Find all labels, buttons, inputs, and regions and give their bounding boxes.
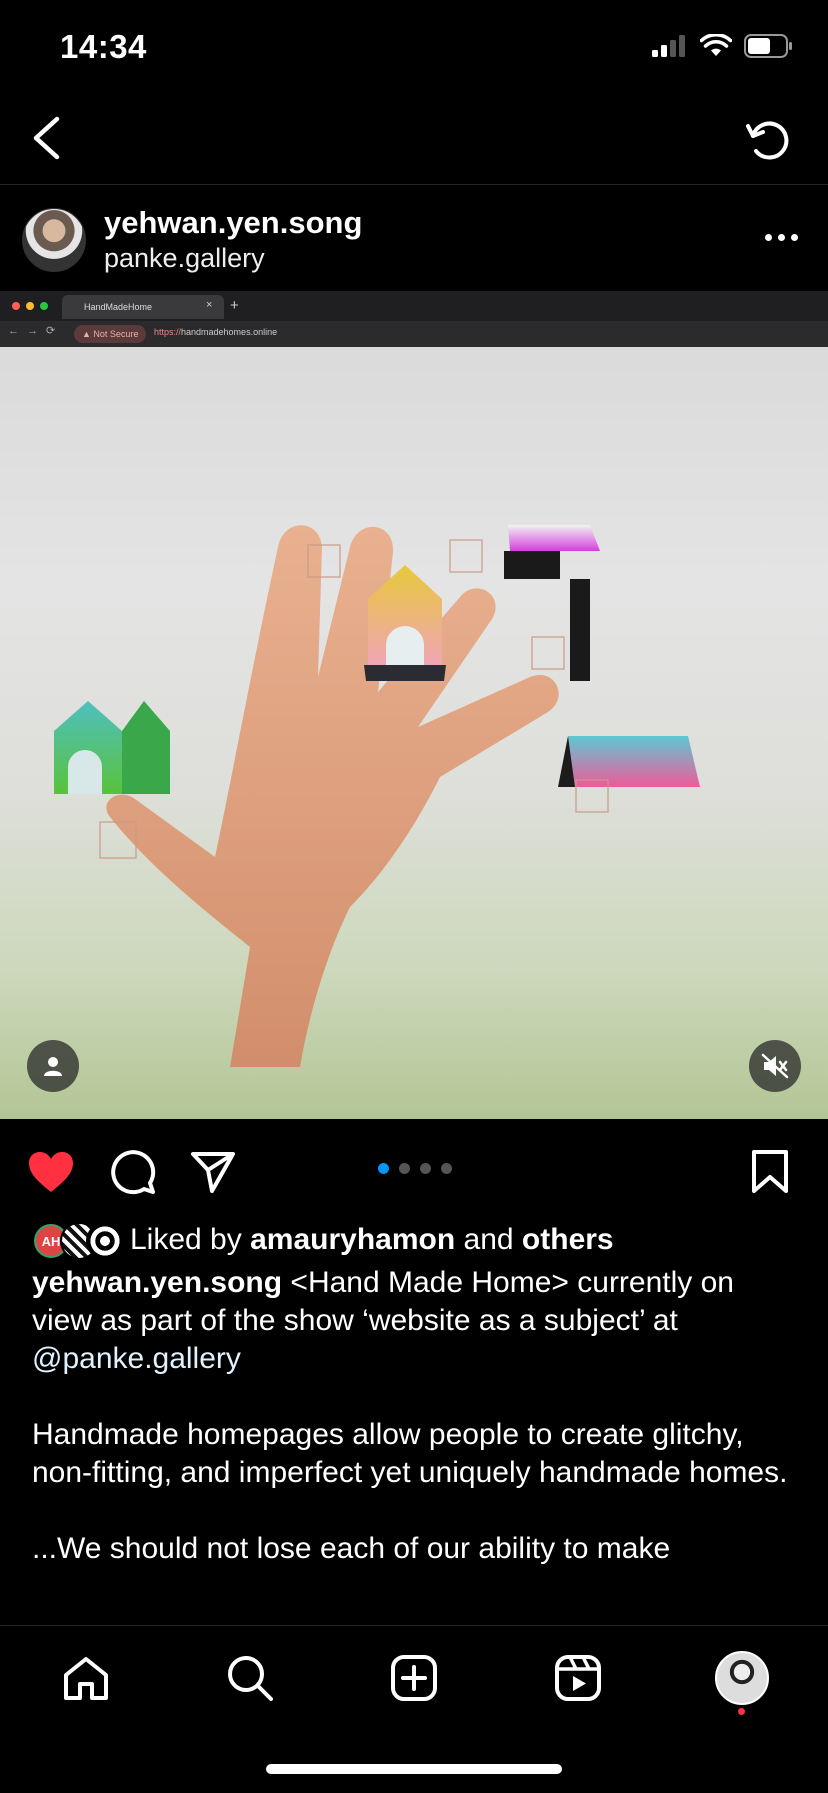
heart-icon	[29, 1152, 73, 1192]
profile-avatar	[715, 1651, 769, 1705]
caption-paragraph-2: Handmade homepages allow people to creat…	[32, 1418, 788, 1489]
tab-close-icon: ×	[206, 299, 213, 311]
hand-ar-houses-illustration	[54, 525, 700, 1067]
carousel-dot-1	[378, 1163, 389, 1174]
refresh-button[interactable]	[738, 110, 798, 170]
tab-add-icon: +	[230, 297, 239, 314]
browser-url: https://handmadehomes.online	[154, 327, 278, 337]
embedded-browser-bar: HandMadeHome × + ←→⟳ ▲ Not Secure https:…	[0, 291, 828, 347]
carousel-indicator	[378, 1163, 452, 1174]
likes-text: Liked by amauryhamon and others	[130, 1223, 614, 1256]
bookmark-icon	[752, 1150, 788, 1193]
save-button[interactable]	[743, 1145, 797, 1199]
post-actions	[0, 1119, 828, 1219]
person-icon	[44, 1057, 62, 1076]
status-time: 14:34	[60, 28, 147, 65]
more-options-button[interactable]	[756, 222, 806, 252]
home-indicator[interactable]	[266, 1764, 562, 1774]
window-maximize-dot	[40, 302, 48, 310]
browser-nav-icons: ←→⟳	[8, 325, 64, 337]
nav-create[interactable]	[384, 1648, 444, 1708]
carousel-dot-2	[399, 1163, 410, 1174]
post-author-avatar[interactable]	[22, 208, 86, 272]
tagged-people-button[interactable]	[27, 1040, 79, 1092]
plus-square-icon	[391, 1655, 437, 1701]
wifi-icon	[700, 34, 732, 56]
browser-tab: HandMadeHome	[62, 295, 224, 319]
cellular-signal-icon	[652, 35, 685, 57]
search-icon	[228, 1656, 273, 1701]
nav-profile[interactable]	[712, 1648, 772, 1708]
chevron-left-icon	[33, 116, 60, 160]
post-username[interactable]: yehwan.yen.song	[104, 205, 362, 241]
home-icon	[64, 1657, 108, 1700]
like-button[interactable]	[24, 1145, 78, 1199]
caption-mention[interactable]: @panke.gallery	[32, 1342, 241, 1375]
window-minimize-dot	[26, 302, 34, 310]
profile-notification-dot	[738, 1708, 745, 1715]
likes-others[interactable]: others	[522, 1223, 614, 1256]
reels-icon	[555, 1655, 601, 1701]
caption-username[interactable]: yehwan.yen.song	[32, 1266, 282, 1299]
warning-icon: ▲	[82, 329, 94, 339]
status-icons	[652, 34, 794, 58]
carousel-dot-3	[420, 1163, 431, 1174]
likes-summary[interactable]: AH Liked by amauryhamon and others	[32, 1222, 614, 1260]
carousel-dot-4	[441, 1163, 452, 1174]
nav-home[interactable]	[56, 1648, 116, 1708]
battery-icon	[744, 34, 792, 58]
mute-toggle-button[interactable]	[749, 1040, 801, 1092]
back-button[interactable]	[18, 110, 74, 166]
window-close-dot	[12, 302, 20, 310]
header-divider	[0, 184, 828, 185]
nav-search[interactable]	[220, 1648, 280, 1708]
post-media[interactable]: HandMadeHome × + ←→⟳ ▲ Not Secure https:…	[0, 291, 828, 1119]
liker-avatar-3	[86, 1222, 124, 1260]
refresh-icon	[746, 121, 789, 160]
comment-icon	[111, 1150, 156, 1195]
more-horizontal-icon	[764, 233, 772, 241]
not-secure-badge: ▲ Not Secure	[74, 325, 147, 343]
comment-button[interactable]	[106, 1145, 160, 1199]
post-location[interactable]: panke.gallery	[104, 243, 265, 274]
volume-muted-icon	[761, 1053, 789, 1079]
nav-reels[interactable]	[548, 1648, 608, 1708]
caption-paragraph-3: ...We should not lose each of our abilit…	[32, 1532, 671, 1565]
liker-avatars: AH	[32, 1222, 124, 1260]
liker-username[interactable]: amauryhamon	[250, 1223, 455, 1256]
paper-plane-icon	[191, 1152, 235, 1193]
post-caption: yehwan.yen.song <Hand Made Home> current…	[32, 1264, 802, 1568]
share-button[interactable]	[186, 1145, 240, 1199]
